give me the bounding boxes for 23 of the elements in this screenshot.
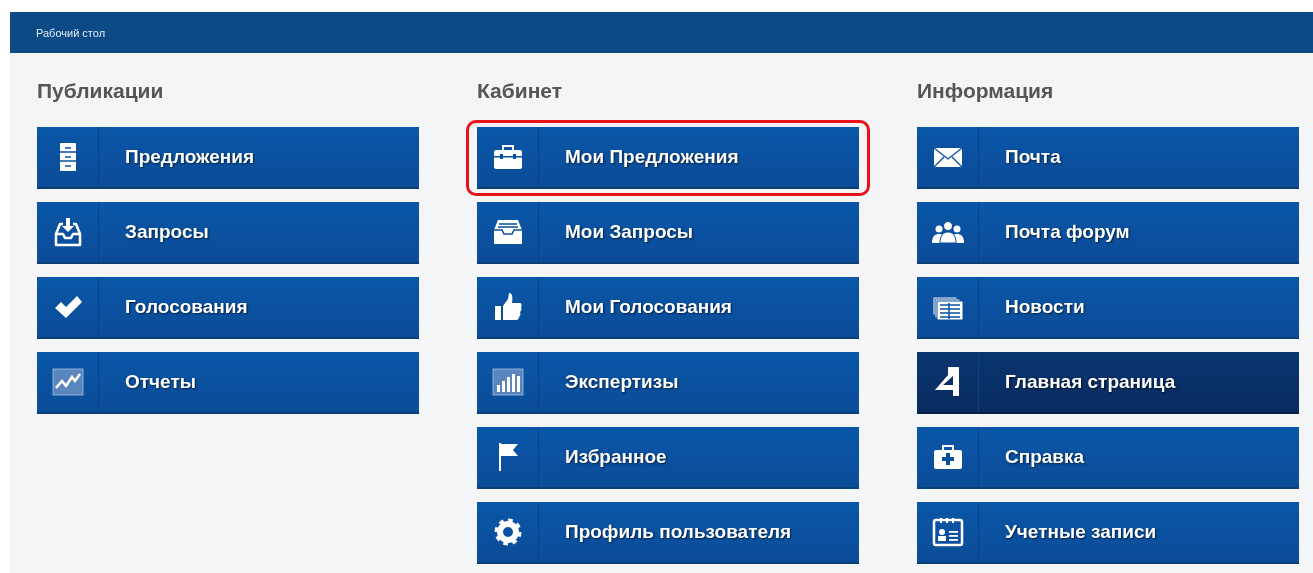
menu-tile[interactable]: Экспертизы [477, 352, 859, 414]
menu-tile[interactable]: Избранное [477, 427, 859, 489]
section-heading: Публикации [37, 78, 165, 104]
menu-tile[interactable]: Профиль пользователя [477, 502, 859, 564]
section-heading: Кабинет [477, 78, 563, 104]
menu-tile[interactable]: Мои Предложения [477, 127, 859, 189]
page-title: Рабочий стол [36, 26, 106, 39]
menu-tile[interactable]: Учетные записи [917, 502, 1299, 564]
menu-tile[interactable]: Почта [917, 127, 1299, 189]
id-card-icon [931, 516, 964, 548]
menu-tile[interactable]: Отчеты [37, 352, 419, 414]
menu-tile[interactable]: Почта форум [917, 202, 1299, 264]
menu-tile[interactable]: Справка [917, 427, 1299, 489]
menu-tile[interactable]: Запросы [37, 202, 419, 264]
section-heading: Информация [917, 78, 1055, 104]
menu-tile[interactable]: Голосования [37, 277, 419, 339]
menu-tile[interactable]: Мои Голосования [477, 277, 859, 339]
menu-tile[interactable]: Мои Запросы [477, 202, 859, 264]
line-chart-icon [51, 366, 84, 398]
menu-tile[interactable]: Новости [917, 277, 1299, 339]
bar-chart-icon [491, 366, 524, 398]
menu-tile[interactable]: Главная страница [917, 352, 1299, 414]
menu-tile[interactable]: Предложения [37, 127, 419, 189]
